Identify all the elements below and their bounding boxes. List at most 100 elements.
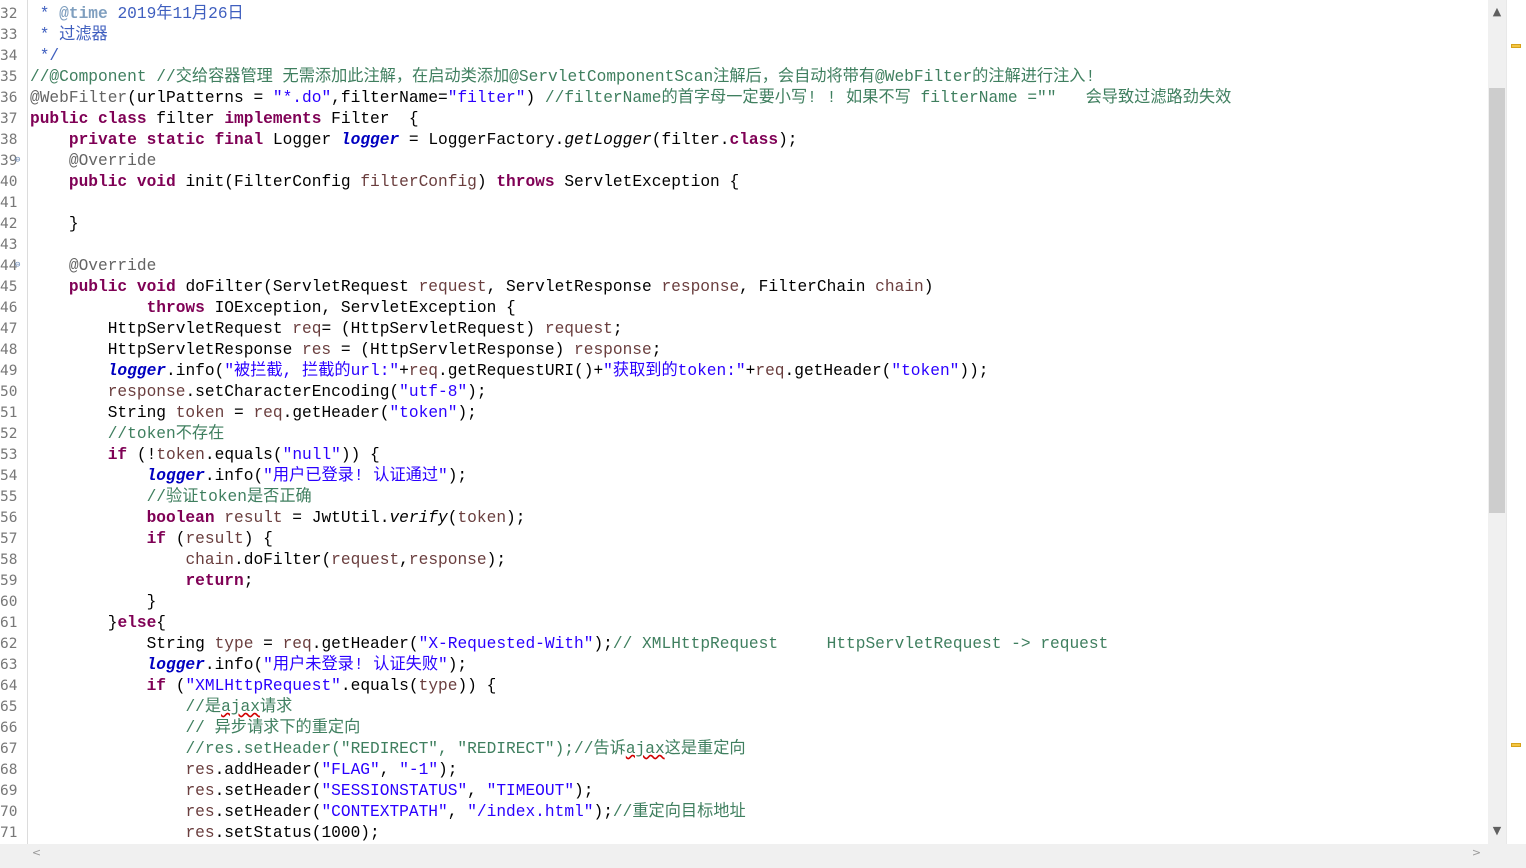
vertical-scrollbar[interactable]: ▲ ▼ [1488, 0, 1506, 844]
code-line[interactable]: 36 @WebFilter(urlPatterns = "*.do",filter… [0, 88, 1488, 109]
code-line[interactable]: 33 * 过滤器 [0, 25, 1488, 46]
fold-toggle-icon[interactable]: ⊖ [15, 261, 24, 270]
code-text[interactable]: res.setHeader("CONTEXTPATH", "/index.htm… [30, 802, 745, 823]
code-text[interactable]: private static final Logger logger = Log… [30, 130, 798, 151]
code-line[interactable]: 56 boolean result = JwtUtil.verify(token… [0, 508, 1488, 529]
scroll-left-icon[interactable]: < [28, 844, 45, 861]
code-text[interactable]: //token不存在 [30, 424, 225, 445]
scroll-down-icon[interactable]: ▼ [1488, 822, 1506, 840]
code-text[interactable]: response.setCharacterEncoding("utf-8"); [30, 382, 487, 403]
code-text[interactable]: if ("XMLHttpRequest".equals(type)) { [30, 676, 497, 697]
code-line[interactable]: 63 logger.info("用户未登录! 认证失败"); [0, 655, 1488, 676]
code-line[interactable]: 44 ⊖ @Override [0, 256, 1488, 277]
code-editor[interactable]: 32 * @time 2019年11月26日 33 * 过滤器 34 */35//@… [0, 0, 1488, 844]
code-line[interactable]: 59 return; [0, 571, 1488, 592]
code-line[interactable]: 69 res.setHeader("SESSIONSTATUS", "TIMEO… [0, 781, 1488, 802]
warning-marker[interactable] [1511, 743, 1521, 747]
code-text[interactable]: @Override [30, 256, 156, 277]
code-line[interactable]: 51 String token = req.getHeader("token")… [0, 403, 1488, 424]
code-line[interactable]: 40 public void init(FilterConfig filterC… [0, 172, 1488, 193]
scroll-right-icon[interactable]: > [1468, 844, 1485, 861]
code-line[interactable]: 50 response.setCharacterEncoding("utf-8"… [0, 382, 1488, 403]
code-text[interactable]: logger.info("用户未登录! 认证失败"); [30, 655, 468, 676]
code-line[interactable]: 53 if (!token.equals("null")) { [0, 445, 1488, 466]
code-line[interactable]: 57 if (result) { [0, 529, 1488, 550]
code-token: HttpServletRequest [30, 320, 293, 338]
warning-marker[interactable] [1511, 44, 1521, 48]
code-text[interactable]: if (!token.equals("null")) { [30, 445, 380, 466]
code-text[interactable]: public class filter implements Filter { [30, 109, 419, 130]
code-line[interactable]: 46 throws IOException, ServletException … [0, 298, 1488, 319]
code-line[interactable]: 64 if ("XMLHttpRequest".equals(type)) { [0, 676, 1488, 697]
code-line[interactable]: 35 //@Component //交给容器管理 无需添加此注解，在启动类添加@S… [0, 67, 1488, 88]
code-text[interactable]: throws IOException, ServletException { [30, 298, 516, 319]
code-token: chain [185, 551, 235, 569]
code-line[interactable]: 42 } [0, 214, 1488, 235]
code-text[interactable]: @WebFilter(urlPatterns = "*.do",filterNa… [30, 88, 1231, 109]
code-text[interactable]: //是ajax请求 [30, 697, 292, 718]
code-text[interactable]: String token = req.getHeader("token"); [30, 403, 477, 424]
code-line[interactable]: 54 logger.info("用户已登录! 认证通过"); [0, 466, 1488, 487]
code-line[interactable]: 58 chain.doFilter(request,response); [0, 550, 1488, 571]
code-text[interactable]: logger.info("被拦截, 拦截的url:"+req.getReques… [30, 361, 989, 382]
code-text[interactable]: if (result) { [30, 529, 273, 550]
line-number: 36 [0, 90, 18, 106]
code-text[interactable]: @Override [30, 151, 156, 172]
code-text[interactable]: HttpServletRequest req= (HttpServletRequ… [30, 319, 623, 340]
code-text[interactable]: * 过滤器 [30, 25, 108, 46]
code-text[interactable]: } [30, 214, 79, 235]
code-text[interactable]: //@Component //交给容器管理 无需添加此注解，在启动类添加@Ser… [30, 67, 1095, 88]
code-text[interactable]: boolean result = JwtUtil.verify(token); [30, 508, 526, 529]
code-line[interactable]: 47 HttpServletRequest req= (HttpServletR… [0, 319, 1488, 340]
code-line[interactable]: 67 //res.setHeader("REDIRECT", "REDIRECT… [0, 739, 1488, 760]
code-line[interactable]: 45 public void doFilter(ServletRequest r… [0, 277, 1488, 298]
code-text[interactable]: public void init(FilterConfig filterConf… [30, 172, 739, 193]
code-text[interactable]: res.setHeader("SESSIONSTATUS", "TIMEOUT"… [30, 781, 593, 802]
code-line[interactable]: 71 res.setStatus(1000); [0, 823, 1488, 844]
line-number: 51 [0, 405, 18, 421]
code-text[interactable]: chain.doFilter(request,response); [30, 550, 506, 571]
code-line[interactable]: 43 [0, 235, 1488, 256]
code-text[interactable]: String type = req.getHeader("X-Requested… [30, 634, 1109, 655]
code-line[interactable]: 60 } [0, 592, 1488, 613]
code-text[interactable]: //res.setHeader("REDIRECT", "REDIRECT");… [30, 739, 745, 760]
code-line[interactable]: 38 private static final Logger logger = … [0, 130, 1488, 151]
code-line[interactable]: 49 logger.info("被拦截, 拦截的url:"+req.getReq… [0, 361, 1488, 382]
code-text[interactable]: * @time 2019年11月26日 [30, 4, 244, 25]
scroll-up-icon[interactable]: ▲ [1488, 3, 1506, 21]
code-token: res [185, 803, 215, 821]
line-number: 62 [0, 636, 18, 652]
code-text[interactable]: } [30, 592, 157, 613]
code-line[interactable]: 39 ⊖ @Override [0, 151, 1488, 172]
code-text[interactable]: */ [30, 46, 59, 67]
code-text[interactable]: logger.info("用户已登录! 认证通过"); [30, 466, 468, 487]
code-line[interactable]: 41 [0, 193, 1488, 214]
horizontal-scrollbar[interactable]: < > [0, 844, 1488, 861]
line-number: 64 [0, 678, 18, 694]
code-token: .addHeader( [214, 761, 322, 779]
code-line[interactable]: 61 }else{ [0, 613, 1488, 634]
fold-toggle-icon[interactable]: ⊖ [15, 156, 24, 165]
vertical-scroll-thumb[interactable] [1489, 88, 1505, 513]
code-text[interactable]: HttpServletResponse res = (HttpServletRe… [30, 340, 662, 361]
code-line[interactable]: 48 HttpServletResponse res = (HttpServle… [0, 340, 1488, 361]
code-line[interactable]: 65 //是ajax请求 [0, 697, 1488, 718]
code-line[interactable]: 62 String type = req.getHeader("X-Reques… [0, 634, 1488, 655]
code-text[interactable]: res.addHeader("FLAG", "-1"); [30, 760, 457, 781]
code-token: ); [593, 803, 613, 821]
code-text[interactable]: return; [30, 571, 253, 592]
code-line[interactable]: 52 //token不存在 [0, 424, 1488, 445]
code-text[interactable]: //验证token是否正确 [30, 487, 312, 508]
code-text[interactable]: res.setStatus(1000); [30, 823, 379, 844]
code-line[interactable]: 55 //验证token是否正确 [0, 487, 1488, 508]
code-text[interactable]: }else{ [30, 613, 166, 634]
code-text[interactable]: public void doFilter(ServletRequest requ… [30, 277, 934, 298]
code-line[interactable]: 66 // 异步请求下的重定向 [0, 718, 1488, 739]
overview-ruler[interactable] [1506, 0, 1526, 844]
code-line[interactable]: 70 res.setHeader("CONTEXTPATH", "/index.… [0, 802, 1488, 823]
code-line[interactable]: 34 */ [0, 46, 1488, 67]
code-line[interactable]: 37 public class filter implements Filter … [0, 109, 1488, 130]
code-line[interactable]: 32 * @time 2019年11月26日 [0, 4, 1488, 25]
code-text[interactable]: // 异步请求下的重定向 [30, 718, 360, 739]
code-line[interactable]: 68 res.addHeader("FLAG", "-1"); [0, 760, 1488, 781]
